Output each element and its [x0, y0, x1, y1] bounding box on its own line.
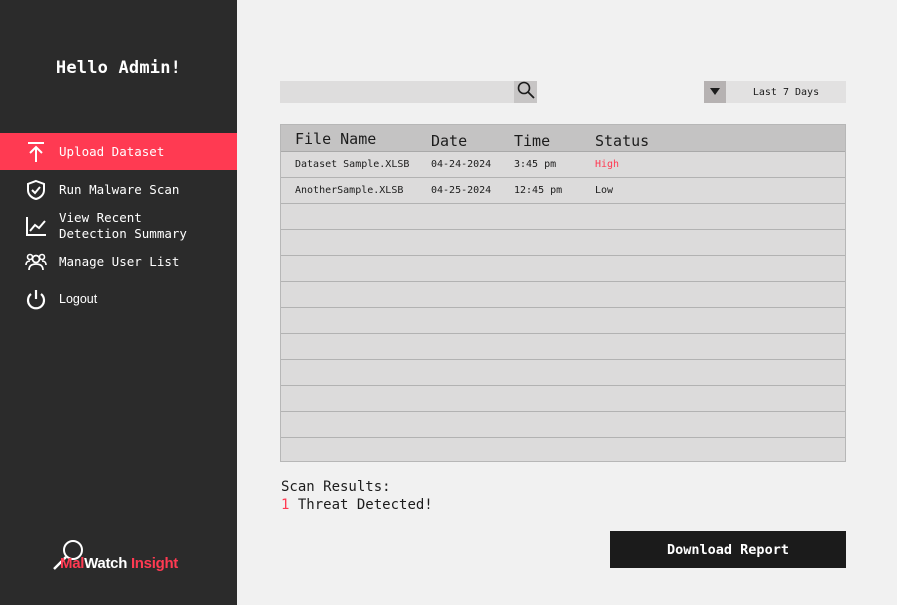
sidebar-item-label: Logout — [59, 292, 98, 306]
table-row-empty — [281, 334, 845, 360]
table-row-empty — [281, 386, 845, 412]
scan-history-table: File Name Date Time Status Dataset Sampl… — [280, 124, 846, 462]
header-file-name[interactable]: File Name — [295, 130, 376, 148]
scan-results-title: Scan Results: — [281, 479, 391, 495]
header-status[interactable]: Status — [595, 132, 649, 150]
sidebar-item-label: Manage User List — [59, 254, 180, 269]
triangle-down-icon[interactable] — [704, 81, 726, 103]
search-button[interactable] — [514, 81, 537, 103]
logo-insight: Insight — [130, 555, 178, 572]
sidebar-item-detection-summary[interactable]: View Recent Detection Summary — [0, 208, 237, 244]
search-input[interactable] — [280, 81, 514, 103]
cell-date: 04-24-2024 — [431, 159, 492, 170]
line-chart-icon — [24, 214, 48, 238]
shield-check-icon — [24, 178, 48, 202]
table-row-empty — [281, 412, 845, 438]
greeting: Hello Admin! — [55, 58, 182, 78]
cell-status: High — [595, 159, 620, 170]
sidebar-item-label: Upload Dataset — [59, 143, 165, 159]
sidebar-item-run-malware-scan[interactable]: Run Malware Scan — [0, 172, 237, 208]
table-row-empty — [281, 204, 845, 230]
scan-results-summary: 1 Threat Detected! — [281, 497, 433, 513]
cell-status: Low — [595, 185, 614, 196]
cell-date: 04-25-2024 — [431, 185, 492, 196]
sidebar-item-manage-user-list[interactable]: Manage User List — [0, 245, 237, 279]
cell-file-name: AnotherSample.XLSB — [295, 185, 404, 196]
sidebar: Hello Admin! Upload Dataset Run Malware … — [0, 0, 237, 605]
table-row-empty — [281, 230, 845, 256]
table-row-empty — [281, 308, 845, 334]
malwatch-insight-logo: MalWatch Insight — [48, 538, 198, 574]
sidebar-item-logout[interactable]: Logout — [0, 282, 237, 316]
cell-time: 12:45 pm — [514, 185, 563, 196]
cell-file-name: Dataset Sample.XLSB — [295, 159, 410, 170]
download-report-button[interactable]: Download Report — [610, 531, 846, 568]
cell-time: 3:45 pm — [514, 159, 557, 170]
date-range-dropdown[interactable]: Last 7 Days — [704, 81, 846, 103]
sidebar-item-upload-dataset[interactable]: Upload Dataset — [0, 133, 237, 170]
users-icon — [24, 250, 48, 274]
logo-watch: Watch — [84, 555, 128, 572]
header-date[interactable]: Date — [431, 132, 467, 150]
power-icon — [24, 287, 48, 311]
table-row[interactable]: Dataset Sample.XLSB 04-24-2024 3:45 pm H… — [281, 152, 845, 178]
upload-icon — [24, 140, 48, 164]
threat-message: Threat Detected! — [289, 497, 433, 513]
logo-text: MalWatch Insight — [60, 555, 178, 572]
table-row[interactable]: AnotherSample.XLSB 04-25-2024 12:45 pm L… — [281, 178, 845, 204]
table-row-empty — [281, 282, 845, 308]
sidebar-item-label: Run Malware Scan — [59, 182, 180, 197]
sidebar-item-label: View Recent Detection Summary — [59, 210, 187, 242]
header-time[interactable]: Time — [514, 132, 550, 150]
label-line-1: View Recent — [59, 210, 142, 225]
search-icon — [517, 81, 535, 103]
table-row-empty — [281, 360, 845, 386]
table-row-empty — [281, 256, 845, 282]
table-header: File Name Date Time Status — [281, 125, 845, 152]
logo-mal: Mal — [60, 555, 85, 572]
date-range-value: Last 7 Days — [752, 86, 820, 98]
label-line-2: Detection Summary — [59, 226, 187, 241]
